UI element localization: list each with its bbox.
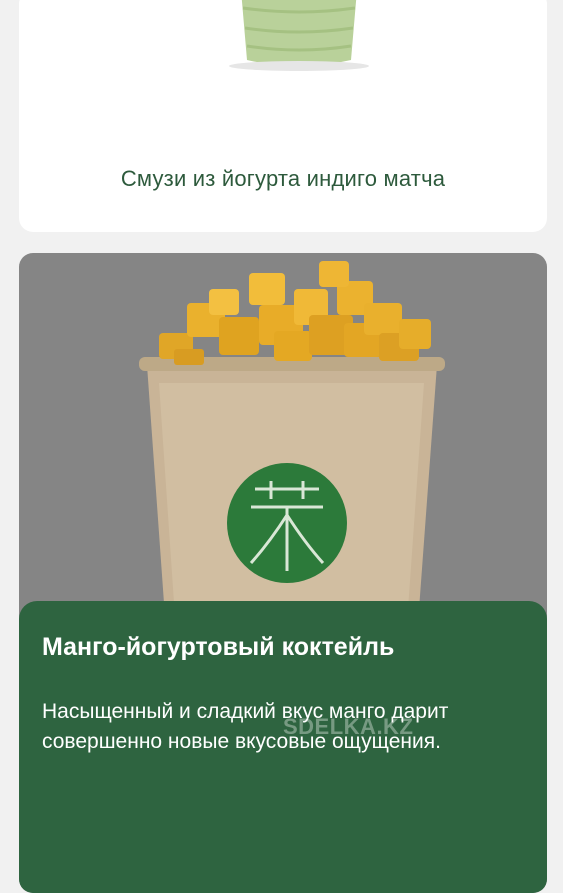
product-card-mango[interactable]: Манго-йогуртовый коктейль Насыщенный и с… xyxy=(19,253,547,893)
product-info-panel: Манго-йогуртовый коктейль Насыщенный и с… xyxy=(19,601,547,893)
product-title: Манго-йогуртовый коктейль xyxy=(42,633,395,661)
mango-chunks xyxy=(159,261,431,365)
watermark-text: SDELKA.KZ xyxy=(283,714,414,739)
matcha-smoothie-image xyxy=(229,0,369,71)
product-card-matcha[interactable]: Смузи из йогурта индиго матча xyxy=(19,0,547,232)
product-title: Смузи из йогурта индиго матча xyxy=(120,166,446,191)
